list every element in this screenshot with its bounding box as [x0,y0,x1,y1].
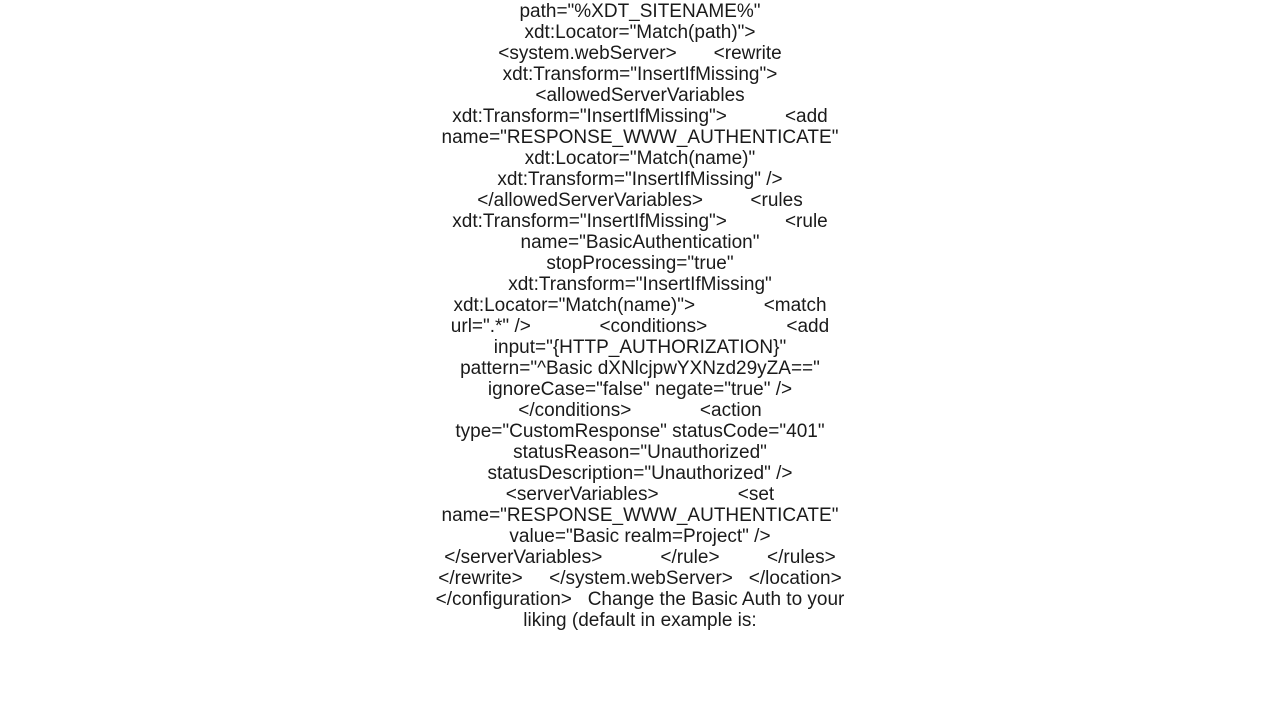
document-body: -Document-Transform"> <location path="%X… [425,0,855,631]
